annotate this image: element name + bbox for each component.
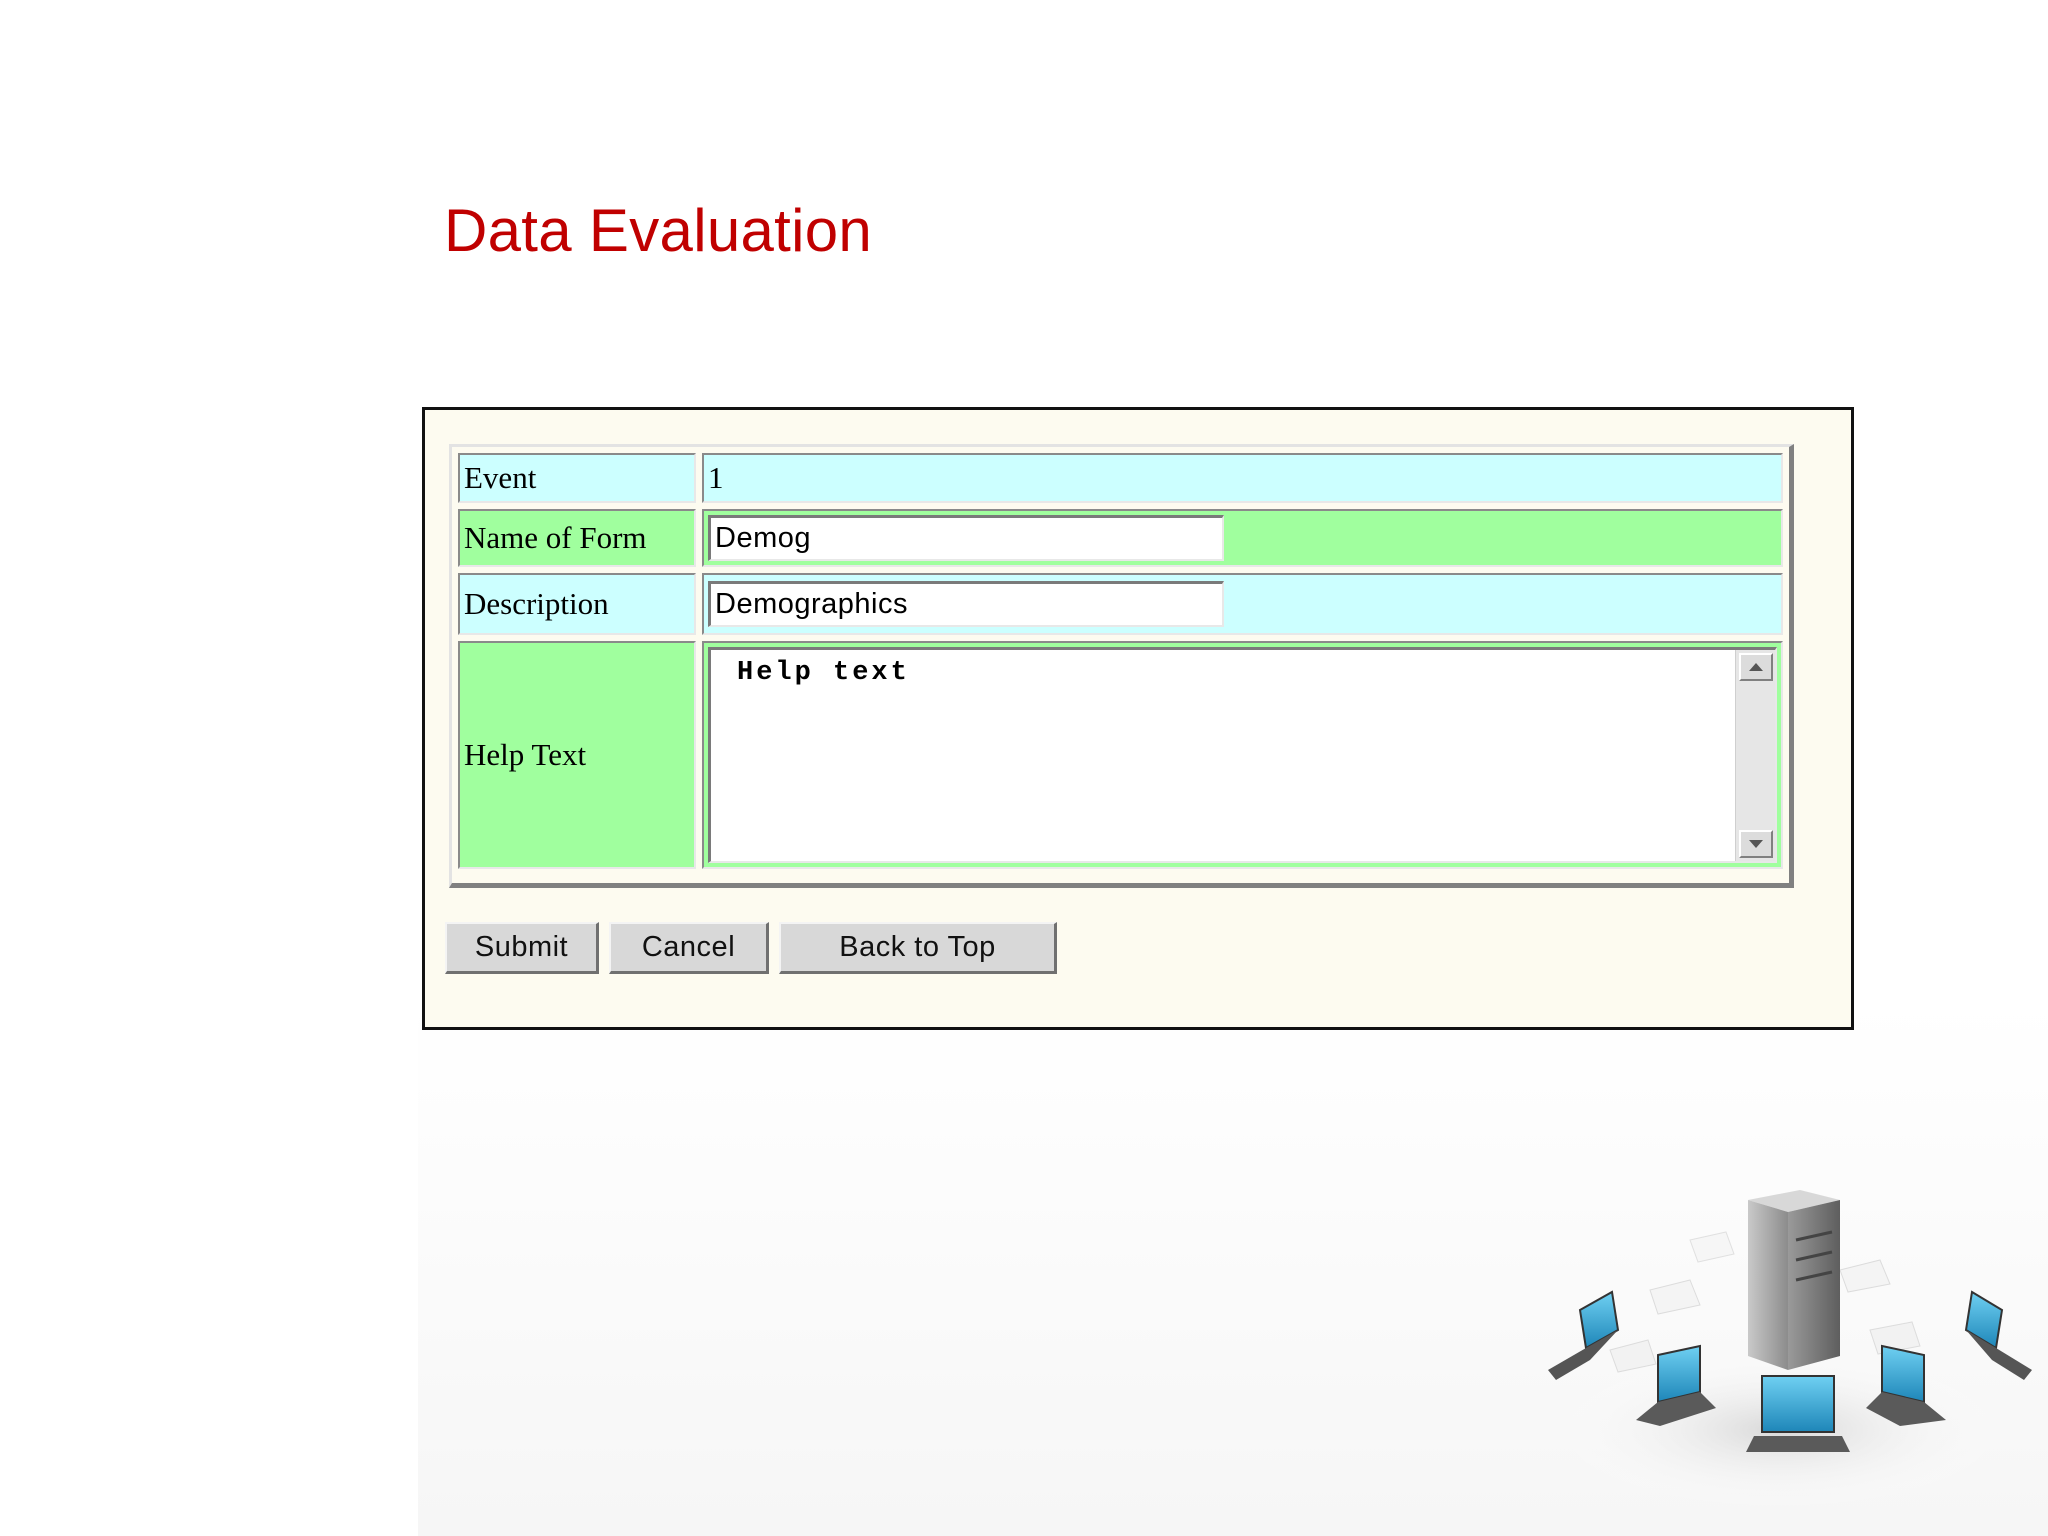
form-row-event: Event 1 xyxy=(458,453,1783,503)
form-row-description: Description Demographics xyxy=(458,573,1783,635)
arrow-up-icon xyxy=(1749,663,1763,671)
help-text-textarea[interactable]: Help text xyxy=(708,647,1777,863)
name-of-form-label: Name of Form xyxy=(458,509,696,567)
slide: Data Evaluation Event 1 Name of Form Dem… xyxy=(0,0,2048,1536)
name-of-form-input[interactable]: Demog xyxy=(708,515,1224,561)
form-table: Event 1 Name of Form Demog Description D… xyxy=(449,444,1794,888)
form-screenshot-frame: Event 1 Name of Form Demog Description D… xyxy=(422,407,1854,1030)
cancel-button[interactable]: Cancel xyxy=(609,922,769,974)
event-value: 1 xyxy=(708,460,724,495)
server-network-illustration xyxy=(1548,1190,2032,1510)
description-label: Description xyxy=(458,573,696,635)
form-row-help-text: Help Text Help text xyxy=(458,641,1783,869)
help-text-content: Help text xyxy=(737,658,910,688)
form-row-name-of-form: Name of Form Demog xyxy=(458,509,1783,567)
event-value-cell: 1 xyxy=(702,453,1783,503)
back-to-top-button[interactable]: Back to Top xyxy=(779,922,1057,974)
arrow-down-icon xyxy=(1749,840,1763,848)
textarea-scrollbar[interactable] xyxy=(1735,650,1775,861)
help-text-label: Help Text xyxy=(458,641,696,869)
submit-button[interactable]: Submit xyxy=(445,922,599,974)
slide-title: Data Evaluation xyxy=(444,197,873,264)
event-label: Event xyxy=(458,453,696,503)
scroll-up-button[interactable] xyxy=(1739,653,1773,681)
description-input[interactable]: Demographics xyxy=(708,581,1224,627)
description-cell: Demographics xyxy=(702,573,1783,635)
name-of-form-cell: Demog xyxy=(702,509,1783,567)
scroll-down-button[interactable] xyxy=(1739,830,1773,858)
help-text-cell: Help text xyxy=(702,641,1783,869)
